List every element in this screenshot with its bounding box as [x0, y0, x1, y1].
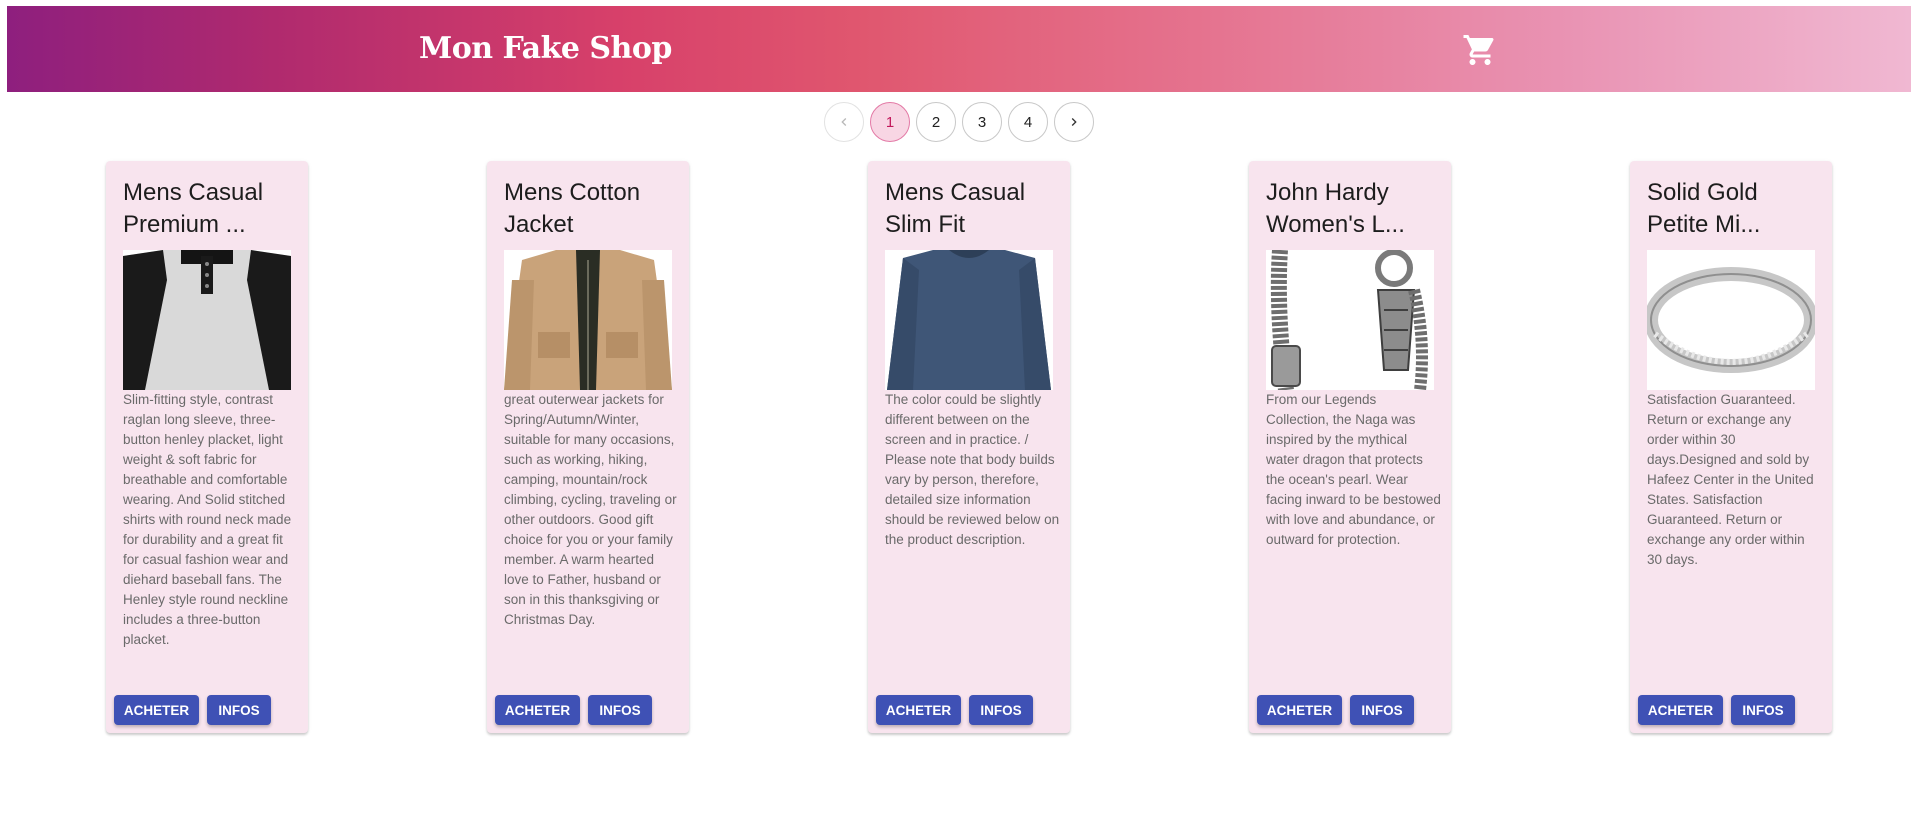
info-button[interactable]: INFOS [1350, 695, 1414, 725]
product-title[interactable]: Mens Cotton Jacket [504, 177, 676, 241]
chevron-right-icon [1071, 118, 1077, 126]
product-title[interactable]: John Hardy Women's L... [1266, 177, 1438, 241]
info-button[interactable]: INFOS [207, 695, 271, 725]
shopping-cart-icon[interactable] [1462, 32, 1498, 68]
buy-button[interactable]: ACHETER [114, 695, 199, 725]
product-card: Mens Casual Slim Fit The color could be … [868, 161, 1070, 733]
product-description: The color could be slightly different be… [885, 392, 1060, 547]
info-button[interactable]: INFOS [588, 695, 652, 725]
product-card: Solid Gold Petite Mi... Satisfaction Gua… [1630, 161, 1832, 733]
prev-page-button[interactable] [824, 102, 864, 142]
product-card: John Hardy Women's L... From our Legends… [1249, 161, 1451, 733]
buy-button[interactable]: ACHETER [495, 695, 580, 725]
buy-button[interactable]: ACHETER [1638, 695, 1723, 725]
info-button[interactable]: INFOS [969, 695, 1033, 725]
product-title[interactable]: Mens Casual Slim Fit [885, 177, 1057, 241]
next-page-button[interactable] [1054, 102, 1094, 142]
product-title[interactable]: Mens Casual Premium ... [123, 177, 295, 241]
page-button-4[interactable]: 4 [1008, 102, 1048, 142]
shop-title[interactable]: Mon Fake Shop [419, 31, 672, 66]
product-image[interactable] [1647, 250, 1815, 390]
product-card: Mens Casual Premium ... Slim-fitting sty… [106, 161, 308, 733]
product-title[interactable]: Solid Gold Petite Mi... [1647, 177, 1819, 241]
product-description: great outerwear jackets for Spring/Autum… [504, 392, 677, 627]
product-card: Mens Cotton Jacket great outerwear jacke… [487, 161, 689, 733]
product-description: From our Legends Collection, the Naga wa… [1266, 392, 1441, 547]
app-header: Mon Fake Shop [7, 6, 1911, 92]
product-description: Satisfaction Guaranteed. Return or excha… [1647, 392, 1814, 567]
buy-button[interactable]: ACHETER [1257, 695, 1342, 725]
product-image[interactable] [1266, 250, 1434, 390]
buy-button[interactable]: ACHETER [876, 695, 961, 725]
page-button-1[interactable]: 1 [870, 102, 910, 142]
product-image[interactable] [504, 250, 672, 390]
product-image[interactable] [885, 250, 1053, 390]
chevron-left-icon [841, 118, 847, 126]
page-button-2[interactable]: 2 [916, 102, 956, 142]
product-description: Slim-fitting style, contrast raglan long… [123, 392, 292, 647]
product-image[interactable] [123, 250, 291, 390]
info-button[interactable]: INFOS [1731, 695, 1795, 725]
page-button-3[interactable]: 3 [962, 102, 1002, 142]
